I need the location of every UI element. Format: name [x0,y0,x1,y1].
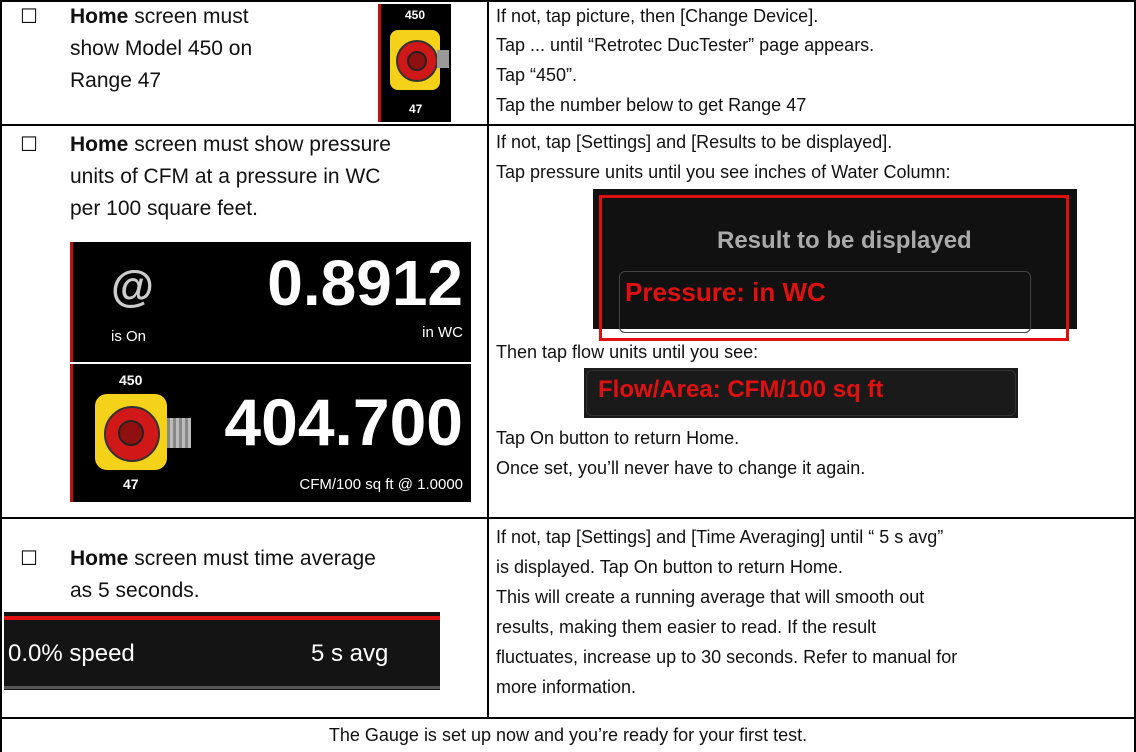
flow-area-box: Flow/Area: CFM/100 sq ft [584,368,1018,418]
row-divider-1 [0,124,1136,126]
result-box-value: Pressure: in WC [625,277,826,307]
row1-requirement-line2: show Model 450 on [70,37,253,60]
row1-meter-range: 47 [409,102,423,116]
row1-instruction-3: Tap “450”. [496,65,578,85]
row3-requirement-text-1: screen must time average [128,547,376,570]
flow-area-text: Flow/Area: CFM/100 sq ft [598,376,884,403]
row2-requirement-text-1: screen must show pressure [128,133,391,156]
row3-home-label: Home [70,547,129,570]
result-display-box: Result to be displayed Pressure: in WC [593,189,1077,341]
row1-checkbox[interactable]: ☐ [20,4,38,28]
row3-instruction-2: is displayed. Tap On button to return Ho… [496,557,843,577]
result-box-title: Result to be displayed [717,227,972,254]
row2-requirement-line1: Home screen must show pressure [70,132,391,157]
row3-instruction-6: more information. [496,677,637,697]
flow-unit: CFM/100 sq ft @ 1.0000 [299,476,463,493]
row1-requirement-line3: Range 47 [70,69,162,92]
table-border-left [0,0,2,752]
column-divider [487,0,489,718]
row2-home-label: Home [70,133,129,156]
speed-text: 0.0% speed [8,640,135,667]
row3-instruction-5: fluctuates, increase up to 30 seconds. R… [496,647,958,667]
speed-bar-red-line [4,616,440,620]
row1-requirement-line1: Home screen must [70,4,249,29]
footer-text: The Gauge is set up now and you’re ready… [328,725,808,745]
row1-meter-knob [407,51,427,71]
row2-checkbox[interactable]: ☐ [20,132,38,156]
row3-instruction-1: If not, tap [Settings] and [Time Averagi… [496,527,944,547]
row1-meter-model: 450 [405,8,426,22]
row1-instruction-2: Tap ... until “Retrotec DucTester” page … [496,35,875,55]
row2-instruction-3: Then tap flow units until you see: [496,342,759,362]
row1-requirement-text-1: screen must [128,5,249,28]
pressure-value: 0.8912 [267,247,463,319]
row3-instruction-4: results, making them easier to read. If … [496,617,877,637]
status-text: is On [111,328,147,345]
flow-display-panel: 450 47 404.700 CFM/100 sq ft @ 1.0000 [70,364,471,502]
row3-requirement-line1: Home screen must time average [70,546,376,571]
row3-instruction-3: This will create a running average that … [496,587,925,607]
speed-bar-bottom-line [4,686,440,689]
flow-meter-knob [118,420,144,446]
flow-meter-model: 450 [119,372,143,388]
row-divider-3 [0,717,1136,719]
flow-meter-range: 47 [123,476,139,492]
row2-instruction-1: If not, tap [Settings] and [Results to b… [496,132,893,152]
flow-meter-hose [167,418,191,448]
row2-instruction-4: Tap On button to return Home. [496,428,740,448]
row1-meter-connector [437,50,449,68]
flow-value: 404.700 [224,385,463,459]
row-divider-2 [0,517,1136,519]
row1-home-label: Home [70,5,129,28]
row1-meter-icon: 450 47 [378,4,451,122]
table-border-top [0,0,1136,2]
pressure-display-panel: @ 0.8912 is On in WC [70,242,471,362]
row2-requirement-line2: units of CFM at a pressure in WC [70,165,381,188]
row1-instruction-4: Tap the number below to get Range 47 [496,95,807,115]
row2-instruction-2: Tap pressure units until you see inches … [496,162,951,182]
row2-instruction-5: Once set, you’ll never have to change it… [496,458,866,478]
at-symbol: @ [111,262,154,311]
row1-instruction-1: If not, tap picture, then [Change Device… [496,6,819,26]
speed-avg-bar: 0.0% speed 5 s avg [4,612,440,690]
row2-requirement-line3: per 100 square feet. [70,197,258,220]
row3-checkbox[interactable]: ☐ [20,546,38,570]
row3-requirement-line2: as 5 seconds. [70,579,200,602]
avg-text: 5 s avg [311,640,389,667]
pressure-unit: in WC [422,324,463,341]
